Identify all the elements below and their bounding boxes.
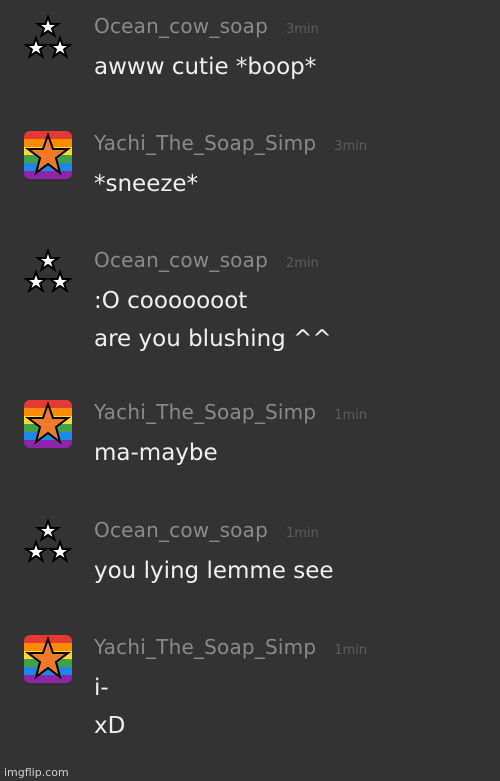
username[interactable]: Ocean_cow_soap	[94, 248, 268, 272]
username[interactable]: Yachi_The_Soap_Simp	[94, 131, 316, 155]
username[interactable]: Yachi_The_Soap_Simp	[94, 400, 316, 424]
three-stars-icon[interactable]	[24, 14, 72, 62]
three-stars-icon[interactable]	[24, 248, 72, 296]
rainbow-star-icon[interactable]	[24, 400, 72, 448]
message-header: Ocean_cow_soap 1min	[94, 518, 319, 542]
message-text: *sneeze*	[94, 171, 199, 197]
imgflip-watermark: imgflip.com	[4, 766, 69, 779]
timestamp: 2min	[285, 256, 319, 271]
message-header: Yachi_The_Soap_Simp 3min	[94, 131, 367, 155]
timestamp: 1min	[285, 526, 319, 541]
message-header: Ocean_cow_soap 2min	[94, 248, 319, 272]
message-header: Ocean_cow_soap 3min	[94, 14, 319, 38]
timestamp: 3min	[334, 139, 368, 154]
message-text: i-	[94, 675, 109, 701]
username[interactable]: Ocean_cow_soap	[94, 518, 268, 542]
message-text: awww cutie *boop*	[94, 54, 317, 80]
message-text: ma-maybe	[94, 440, 218, 466]
message-text: :O cooooooot	[94, 288, 248, 314]
username[interactable]: Ocean_cow_soap	[94, 14, 268, 38]
username[interactable]: Yachi_The_Soap_Simp	[94, 635, 316, 659]
timestamp: 3min	[285, 22, 319, 37]
message-text: xD	[94, 713, 126, 739]
message-header: Yachi_The_Soap_Simp 1min	[94, 635, 367, 659]
message-text: you lying lemme see	[94, 558, 334, 584]
rainbow-star-icon[interactable]	[24, 635, 72, 683]
message-text: are you blushing ^^	[94, 326, 332, 352]
timestamp: 1min	[334, 643, 368, 658]
three-stars-icon[interactable]	[24, 518, 72, 566]
rainbow-star-icon[interactable]	[24, 131, 72, 179]
message-header: Yachi_The_Soap_Simp 1min	[94, 400, 367, 424]
timestamp: 1min	[334, 408, 368, 423]
